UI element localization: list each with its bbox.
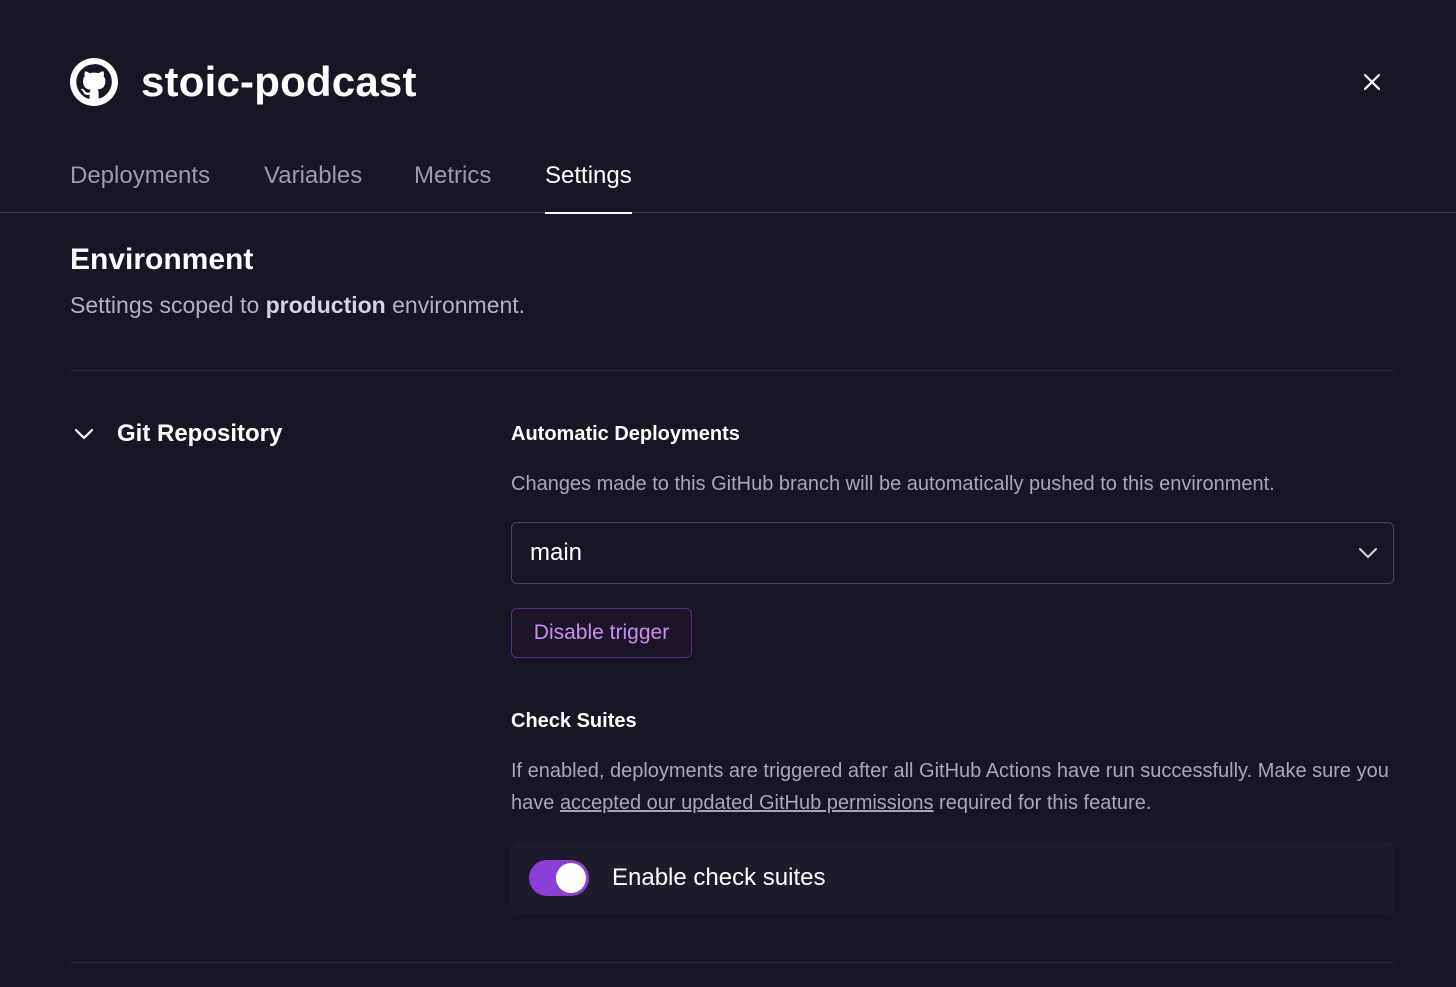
environment-name: production — [265, 292, 386, 318]
check-suites-heading: Check Suites — [511, 710, 637, 732]
disable-trigger-button[interactable]: Disable trigger — [511, 608, 692, 658]
git-repository-section-toggle[interactable]: Git Repository — [70, 420, 282, 448]
section-divider — [70, 370, 1394, 371]
check-suites-toggle[interactable] — [529, 859, 589, 896]
github-icon — [70, 58, 118, 106]
check-suites-card: Enable check suites — [511, 841, 1394, 914]
tab-bar: Deployments Variables Metrics Settings — [0, 152, 1456, 214]
automatic-deployments-description: Changes made to this GitHub branch will … — [511, 473, 1275, 495]
tab-variables[interactable]: Variables — [264, 162, 362, 213]
chevron-down-icon — [70, 420, 98, 448]
close-icon — [1363, 73, 1381, 91]
check-suites-toggle-label: Enable check suites — [612, 863, 826, 891]
environment-heading: Environment — [70, 243, 254, 276]
page-header: stoic-podcast — [70, 56, 1392, 108]
branch-select[interactable]: main — [511, 522, 1394, 584]
environment-subtitle: Settings scoped to production environmen… — [70, 292, 525, 319]
tab-settings[interactable]: Settings — [545, 162, 632, 214]
toggle-knob — [556, 862, 586, 893]
check-suites-description-suffix: required for this feature. — [933, 792, 1152, 814]
project-title: stoic-podcast — [141, 58, 417, 105]
automatic-deployments-heading: Automatic Deployments — [511, 423, 740, 445]
environment-subtitle-suffix: environment. — [385, 292, 526, 318]
check-suites-description: If enabled, deployments are triggered af… — [511, 755, 1401, 819]
close-button[interactable] — [1352, 62, 1392, 102]
github-permissions-link[interactable]: accepted our updated GitHub permissions — [560, 792, 934, 814]
tab-metrics[interactable]: Metrics — [414, 162, 491, 213]
section-divider-bottom — [70, 962, 1394, 963]
environment-subtitle-prefix: Settings scoped to — [70, 292, 266, 318]
chevron-down-icon — [1357, 542, 1379, 564]
section-label: Git Repository — [117, 420, 283, 447]
branch-select-value: main — [530, 539, 583, 566]
tab-deployments[interactable]: Deployments — [70, 162, 210, 213]
